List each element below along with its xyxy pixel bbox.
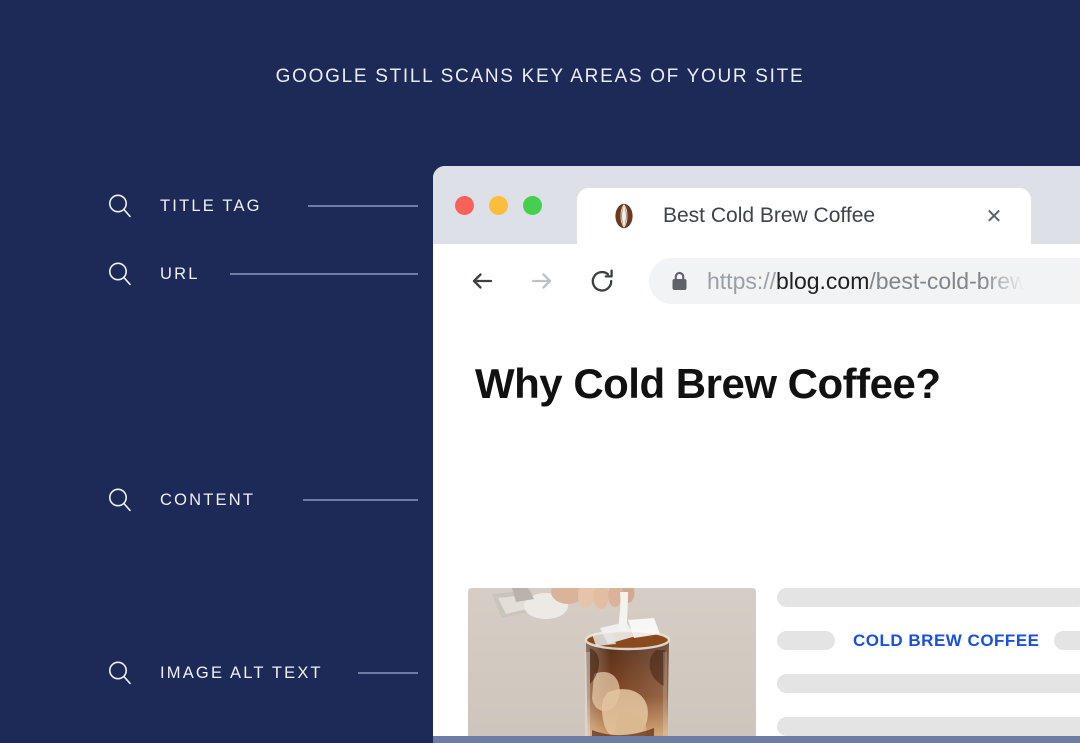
- placeholder-bar: [777, 717, 1080, 736]
- browser-toolbar: https://blog.com/best-cold-brew: [433, 244, 1080, 318]
- checklist-item-image-alt-text[interactable]: IMAGE ALT TEXT: [106, 658, 323, 688]
- checklist-item-label: CONTENT: [160, 490, 256, 509]
- window-close-button[interactable]: [455, 196, 474, 215]
- keyword-link[interactable]: COLD BREW COFFEE: [853, 631, 1040, 651]
- bottom-accent-strip: [433, 736, 1080, 743]
- placeholder-bar: [777, 674, 1080, 693]
- bottom-left-fill: [0, 736, 433, 743]
- checklist-item-label: IMAGE ALT TEXT: [160, 663, 323, 682]
- placeholder-bar: [777, 588, 1080, 607]
- article-photo: [468, 588, 756, 736]
- browser-tab-title: Best Cold Brew Coffee: [663, 204, 876, 227]
- article-body-placeholder: COLD BREW COFFEE COLD BREW COFFEE: [777, 588, 1080, 736]
- placeholder-bar: [777, 631, 835, 650]
- address-bar[interactable]: https://blog.com/best-cold-brew: [649, 258, 1080, 304]
- checklist-item-label: URL: [160, 264, 200, 283]
- connector-line-image-alt-text: [358, 672, 418, 674]
- connector-line-title-tag: [308, 205, 418, 207]
- search-icon: [106, 659, 134, 687]
- web-page-content: Why Cold Brew Coffee? COLD BREW COFFEE: [433, 318, 1080, 736]
- url-path: /best-cold-brew: [869, 267, 1027, 294]
- placeholder-row: [777, 674, 1080, 693]
- arrow-right-icon[interactable]: [525, 264, 559, 298]
- connector-line-content: [303, 499, 418, 501]
- seo-checklist: TITLE TAG URL CONTENT IMAGE ALT TEXT: [0, 0, 433, 743]
- window-minimize-button[interactable]: [489, 196, 508, 215]
- search-icon: [106, 192, 134, 220]
- search-icon: [106, 260, 134, 288]
- browser-window: Best Cold Brew Coffee ✕ https://blog.com…: [433, 166, 1080, 736]
- placeholder-row: [777, 717, 1080, 736]
- connector-line-url: [230, 273, 418, 275]
- browser-tabstrip: Best Cold Brew Coffee ✕: [433, 166, 1080, 244]
- url-host: blog.com: [776, 267, 870, 294]
- coffee-bean-icon: [609, 201, 639, 231]
- placeholder-row-with-link: COLD BREW COFFEE: [777, 631, 1080, 650]
- checklist-item-content[interactable]: CONTENT: [106, 485, 255, 515]
- lock-icon: [671, 271, 688, 291]
- placeholder-bar: [1053, 631, 1080, 650]
- checklist-item-label: TITLE TAG: [160, 196, 262, 215]
- search-icon: [106, 486, 134, 514]
- article-heading: Why Cold Brew Coffee?: [475, 360, 941, 407]
- placeholder-row: [777, 588, 1080, 607]
- window-maximize-button[interactable]: [523, 196, 542, 215]
- close-icon[interactable]: ✕: [977, 199, 1011, 233]
- address-bar-url: https://blog.com/best-cold-brew: [707, 268, 1027, 295]
- checklist-item-title-tag[interactable]: TITLE TAG: [106, 191, 262, 221]
- checklist-item-url[interactable]: URL: [106, 259, 200, 289]
- arrow-left-icon[interactable]: [465, 264, 499, 298]
- window-controls: [455, 196, 542, 215]
- reload-icon[interactable]: [585, 264, 619, 298]
- browser-tab[interactable]: Best Cold Brew Coffee ✕: [577, 188, 1031, 244]
- url-scheme: https://: [707, 267, 777, 294]
